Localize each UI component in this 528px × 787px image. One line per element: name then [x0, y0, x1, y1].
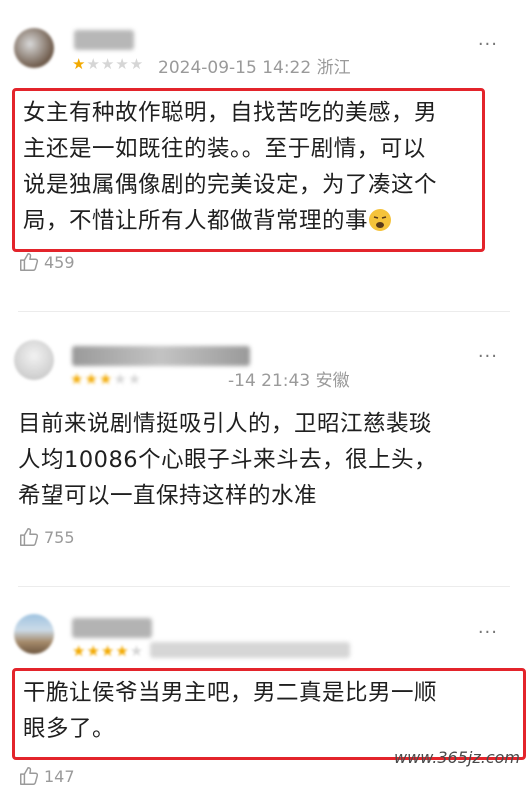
comment-date: -14 21:43 — [228, 371, 311, 391]
like-button[interactable]: 147 — [18, 765, 75, 787]
like-count: 459 — [44, 252, 75, 272]
watermark: www.365jz.com — [394, 748, 520, 767]
comment-line: 希望可以一直保持这样的水准 — [18, 483, 318, 509]
comment-line-text: 局，不惜让所有人都做背常理的事 — [23, 208, 369, 234]
comment-line: 眼多了。 — [23, 716, 116, 742]
divider — [18, 586, 510, 587]
comment-meta: -14 21:43 安徽 — [228, 366, 350, 391]
avatar[interactable] — [14, 28, 54, 68]
more-options-button[interactable]: ··· — [478, 346, 498, 367]
comment-text: 女主有种故作聪明，自找苦吃的美感，男 主还是一如既往的装。。至于剧情，可以 说是… — [12, 88, 485, 252]
comment-meta: 2024-09-15 14:22 浙江 — [158, 53, 351, 78]
username[interactable] — [72, 346, 250, 366]
comment-line: 局，不惜让所有人都做背常理的事 — [23, 203, 474, 239]
comment-region: 安徽 — [315, 371, 350, 391]
star-rating: ★★★★★ — [72, 55, 145, 73]
comment-line: 干脆让侯爷当男主吧，男二真是比男一顺 — [23, 680, 438, 706]
like-count: 755 — [44, 527, 75, 547]
comment-2: ★★★★★ -14 21:43 安徽 ··· 目前来说剧情挺吸引人的，卫昭江慈裴… — [0, 320, 528, 580]
more-options-button[interactable]: ··· — [478, 622, 498, 643]
comment-text: 目前来说剧情挺吸引人的，卫昭江慈裴琰 人均10086个心眼子斗来斗去，很上头， … — [18, 406, 437, 514]
like-button[interactable]: 755 — [18, 526, 75, 548]
more-options-button[interactable]: ··· — [478, 34, 498, 55]
thumbs-up-icon — [20, 253, 39, 271]
username[interactable] — [74, 30, 134, 50]
like-button[interactable]: 459 — [18, 251, 75, 273]
star-rating: ★★★★★ — [70, 370, 143, 388]
comment-line: 人均10086个心眼子斗来斗去，很上头， — [18, 447, 438, 473]
comment-line: 主还是一如既往的装。。至于剧情，可以 — [23, 136, 426, 162]
comment-line: 目前来说剧情挺吸引人的，卫昭江慈裴琰 — [18, 411, 433, 437]
comment-1: ★★★★★ 2024-09-15 14:22 浙江 ··· 女主有种故作聪明，自… — [0, 0, 528, 300]
comment-date: 2024-09-15 14:22 — [158, 58, 312, 78]
username[interactable] — [72, 618, 152, 638]
comment-line: 说是独属偶像剧的完美设定，为了凑这个 — [23, 172, 438, 198]
avatar[interactable] — [14, 340, 54, 380]
comment-text: 干脆让侯爷当男主吧，男二真是比男一顺 眼多了。 — [12, 668, 526, 760]
thumbs-up-icon — [20, 767, 39, 785]
star-rating: ★★★★★ — [72, 642, 145, 660]
like-count: 147 — [44, 766, 75, 786]
comment-line: 女主有种故作聪明，自找苦吃的美感，男 — [23, 100, 438, 126]
weary-face-icon — [369, 209, 392, 231]
comment-region: 浙江 — [316, 58, 351, 78]
avatar[interactable] — [14, 614, 54, 654]
divider — [18, 311, 510, 312]
thumbs-up-icon — [20, 528, 39, 546]
comment-meta — [150, 642, 350, 658]
